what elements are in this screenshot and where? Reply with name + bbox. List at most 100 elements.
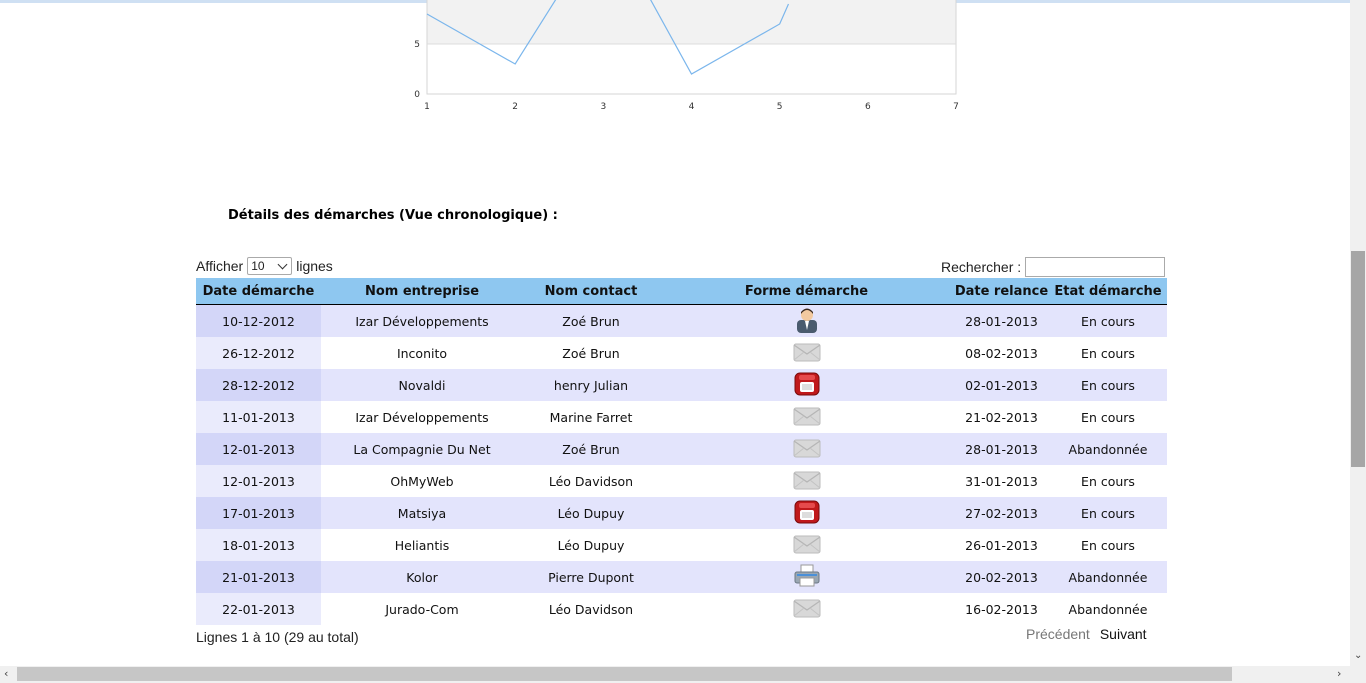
cell-forme-demarche [659,337,954,369]
search-input[interactable] [1025,257,1166,277]
cell-date-demarche: 28-12-2012 [196,369,321,401]
envelope-icon [793,597,821,619]
scroll-right-arrow-icon[interactable]: › [1337,668,1341,680]
table-info: Lignes 1 à 10 (29 au total) [196,629,359,645]
x-tick-label: 3 [600,102,606,112]
header-etat-demarche[interactable]: Etat démarche [1049,278,1167,305]
header-forme-demarche[interactable]: Forme démarche [659,278,954,305]
cell-nom-entreprise: Izar Développements [321,304,523,337]
cell-nom-contact: Zoé Brun [523,337,659,369]
table-row[interactable]: 21-01-2013 Kolor Pierre Dupont 20-02-2013 Ab… [196,561,1167,593]
cell-forme-demarche [659,497,954,529]
x-tick-label: 5 [777,102,783,112]
table-header-row: Date démarche Nom entreprise Nom contact… [196,278,1167,305]
cell-forme-demarche [659,529,954,561]
previous-button[interactable]: Précédent [1026,626,1090,642]
cell-date-demarche: 18-01-2013 [196,529,321,561]
envelope-icon [793,341,821,363]
cell-forme-demarche [659,401,954,433]
cell-date-demarche: 12-01-2013 [196,433,321,465]
cell-nom-contact: Zoé Brun [523,433,659,465]
cell-date-relance: 16-02-2013 [954,593,1049,625]
x-tick-label: 6 [865,102,871,112]
table-row[interactable]: 18-01-2013 Heliantis Léo Dupuy 26-01-2013 En… [196,529,1167,561]
cell-nom-entreprise: OhMyWeb [321,465,523,497]
cell-date-demarche: 26-12-2012 [196,337,321,369]
cell-etat-demarche: En cours [1049,465,1167,497]
cell-etat-demarche: En cours [1049,529,1167,561]
cell-nom-contact: Pierre Dupont [523,561,659,593]
rows-per-page-select[interactable]: 10 [247,257,293,275]
cell-forme-demarche [659,433,954,465]
chevron-down-icon [277,259,288,270]
cell-nom-contact: Léo Dupuy [523,529,659,561]
table-row[interactable]: 10-12-2012 Izar Développements Zoé Brun 28-… [196,304,1167,337]
cell-nom-entreprise: Inconito [321,337,523,369]
vertical-scroll-thumb[interactable] [1351,251,1365,467]
cell-date-relance: 02-01-2013 [954,369,1049,401]
cell-forme-demarche [659,593,954,625]
cell-nom-entreprise: Kolor [321,561,523,593]
cell-nom-contact: Marine Farret [523,401,659,433]
cell-nom-entreprise: Jurado-Com [321,593,523,625]
rows-per-page-value: 10 [251,259,265,273]
search-control: Rechercher : [941,257,1166,277]
cell-etat-demarche: En cours [1049,337,1167,369]
table-row[interactable]: 17-01-2013 Matsiya Léo Dupuy 27-02-2013 En c… [196,497,1167,529]
next-button[interactable]: Suivant [1100,626,1147,642]
envelope-icon [793,437,821,459]
cell-date-relance: 27-02-2013 [954,497,1049,529]
page-viewport: 1 2 3 4 5 6 7 0 5 Détails des démarches (Vue ch… [0,0,1350,666]
demarches-table: Date démarche Nom entreprise Nom contact… [196,278,1167,625]
vertical-scrollbar[interactable]: ⌄ [1350,0,1366,666]
cell-nom-contact: Léo Dupuy [523,497,659,529]
section-title: Détails des démarches (Vue chronologique… [228,208,558,223]
cell-date-demarche: 21-01-2013 [196,561,321,593]
header-nom-contact[interactable]: Nom contact [523,278,659,305]
horizontal-scrollbar[interactable]: ‹ › [0,666,1350,683]
header-date-relance[interactable]: Date relance [954,278,1049,305]
cell-nom-entreprise: Novaldi [321,369,523,401]
cell-date-demarche: 22-01-2013 [196,593,321,625]
cell-date-relance: 28-01-2013 [954,433,1049,465]
table-row[interactable]: 22-01-2013 Jurado-Com Léo Davidson 16-02-20… [196,593,1167,625]
x-tick-label: 1 [424,102,430,112]
table-row[interactable]: 26-12-2012 Inconito Zoé Brun 08-02-2013 En c… [196,337,1167,369]
person-icon [794,306,820,334]
scroll-down-arrow-icon[interactable]: ⌄ [1354,651,1362,661]
cell-date-demarche: 11-01-2013 [196,401,321,433]
cell-nom-contact: Léo Davidson [523,593,659,625]
envelope-icon [793,469,821,491]
horizontal-scroll-thumb[interactable] [17,667,1232,681]
cell-date-relance: 28-01-2013 [954,304,1049,337]
length-suffix: lignes [296,258,333,274]
x-tick-label: 7 [953,102,959,112]
table-row[interactable]: 11-01-2013 Izar Développements Marine Farr… [196,401,1167,433]
envelope-icon [793,533,821,555]
cell-nom-contact: Léo Davidson [523,465,659,497]
cell-nom-entreprise: Heliantis [321,529,523,561]
cell-date-relance: 31-01-2013 [954,465,1049,497]
cell-etat-demarche: Abandonnée [1049,593,1167,625]
table-row[interactable]: 12-01-2013 La Compagnie Du Net Zoé Brun 28-… [196,433,1167,465]
length-control: Afficher 10 lignes [196,257,333,275]
phone-icon [793,371,821,397]
cell-etat-demarche: Abandonnée [1049,561,1167,593]
printer-icon [793,563,821,589]
table-row[interactable]: 28-12-2012 Novaldi henry Julian 02-01-2013 E… [196,369,1167,401]
cell-etat-demarche: En cours [1049,304,1167,337]
cell-date-demarche: 10-12-2012 [196,304,321,337]
cell-nom-contact: henry Julian [523,369,659,401]
cell-forme-demarche [659,304,954,337]
table-row[interactable]: 12-01-2013 OhMyWeb Léo Davidson 31-01-2013 E… [196,465,1167,497]
chart-band [427,0,956,44]
header-nom-entreprise[interactable]: Nom entreprise [321,278,523,305]
scroll-left-arrow-icon[interactable]: ‹ [4,668,8,680]
phone-icon [793,499,821,525]
cell-nom-contact: Zoé Brun [523,304,659,337]
x-tick-label: 4 [689,102,695,112]
pagination: Précédent Suivant [1026,626,1147,642]
cell-forme-demarche [659,465,954,497]
y-tick-label: 0 [414,90,420,100]
header-date-demarche[interactable]: Date démarche [196,278,321,305]
